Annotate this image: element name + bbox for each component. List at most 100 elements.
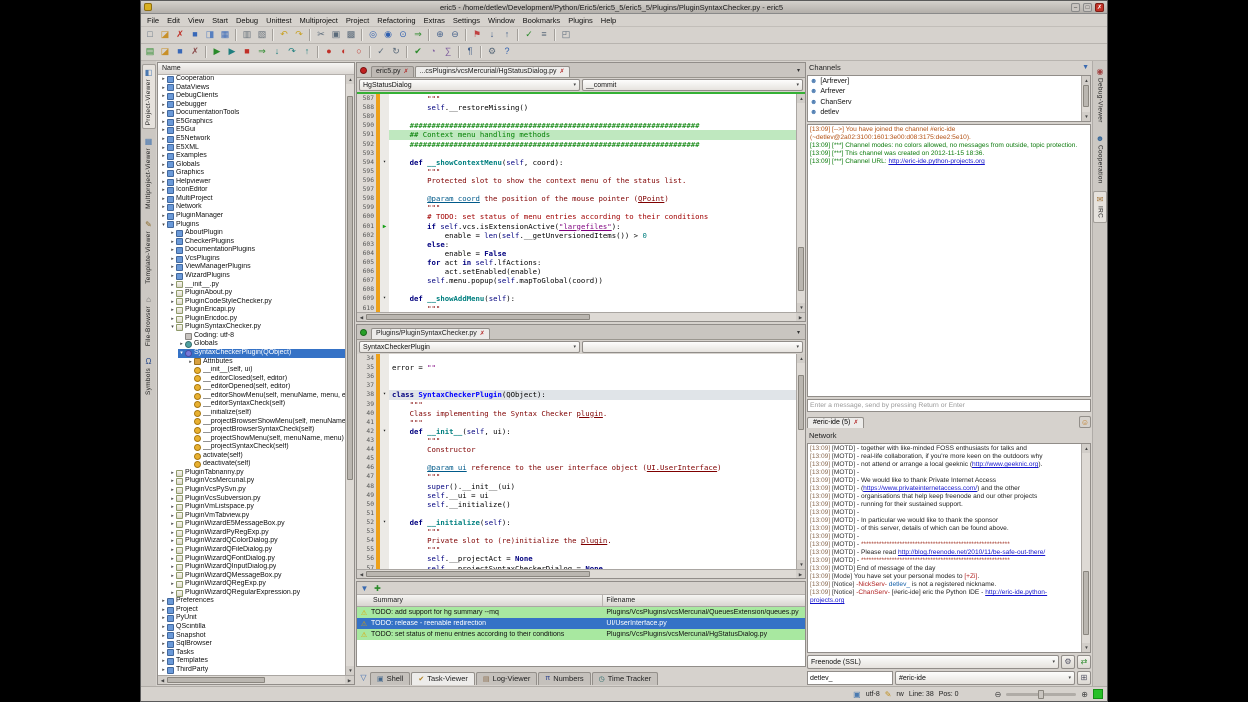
bookmark-previous-icon[interactable]: ↑ — [500, 28, 514, 42]
vertical-scrollbar[interactable]: ▲▼ — [1081, 444, 1090, 652]
minimize-button[interactable]: – — [1071, 3, 1080, 12]
tree-item[interactable]: ▸E5Gui — [160, 126, 345, 135]
tree-item[interactable]: __initialize(self) — [187, 409, 345, 418]
scroll-track[interactable] — [1082, 453, 1090, 643]
network-messages[interactable]: [13:09] [MOTD] - together with like-mind… — [808, 444, 1081, 652]
fold-margin[interactable] — [380, 130, 389, 139]
fold-margin[interactable] — [380, 363, 389, 372]
save-icon[interactable]: ■ — [188, 28, 202, 42]
new-icon[interactable]: □ — [143, 28, 157, 42]
close-tab-icon[interactable]: ✗ — [404, 68, 409, 75]
print-icon[interactable]: ▥ — [240, 28, 254, 42]
menu-project[interactable]: Project — [342, 16, 373, 25]
channel-combo[interactable]: #eric-ide ▾ — [895, 671, 1075, 685]
tree-item[interactable]: ▸DebugClients — [160, 92, 345, 101]
tree-item[interactable]: ▸Attributes — [187, 358, 345, 367]
channel-tab[interactable]: #eric-ide (5) ✗ — [807, 417, 864, 428]
menu-window[interactable]: Window — [484, 16, 519, 25]
open-project-icon[interactable]: ◪ — [158, 45, 172, 59]
tree-item[interactable]: ▸Templates — [160, 657, 345, 666]
search-next-icon[interactable]: ◉ — [381, 28, 395, 42]
scroll-left-icon[interactable]: ◀ — [357, 313, 366, 322]
toggle-breakpoint-icon[interactable]: ● — [322, 45, 336, 59]
tree-item[interactable]: __editorClosed(self, editor) — [187, 375, 345, 384]
help-icon[interactable]: ? — [500, 45, 514, 59]
tree-item[interactable]: ▸PluginAbout.py — [169, 289, 345, 298]
sidebar-tab-template-viewer[interactable]: ✎Template-Viewer — [142, 217, 156, 287]
zoom-slider-thumb[interactable] — [1038, 690, 1044, 699]
scroll-thumb[interactable] — [1083, 85, 1089, 107]
tree-item[interactable]: ▸Snapshot — [160, 632, 345, 641]
tree-item[interactable]: ▸PluginWizardQFontDialog.py — [169, 555, 345, 564]
tree-item[interactable]: ▸Tasks — [160, 649, 345, 658]
print-preview-icon[interactable]: ▧ — [255, 28, 269, 42]
fold-margin[interactable] — [380, 418, 389, 427]
filter-icon[interactable]: ▼ — [1082, 64, 1089, 71]
fold-margin[interactable] — [380, 203, 389, 212]
menu-edit[interactable]: Edit — [163, 16, 184, 25]
menu-refactoring[interactable]: Refactoring — [373, 16, 419, 25]
fold-margin[interactable] — [380, 409, 389, 418]
channel-user[interactable]: ☻ChanServ — [808, 97, 1081, 108]
tree-item[interactable]: ▾SyntaxCheckerPlugin(QObject) — [178, 349, 345, 358]
tree-item[interactable]: ▸Globals — [160, 161, 345, 170]
scroll-thumb[interactable] — [798, 247, 804, 291]
scroll-up-icon[interactable]: ▲ — [346, 75, 355, 84]
scroll-track[interactable] — [366, 313, 796, 321]
sidebar-tab-multiproject-viewer[interactable]: ▦Multiproject-Viewer — [142, 134, 156, 212]
scroll-down-icon[interactable]: ▼ — [346, 666, 355, 675]
fold-margin[interactable] — [380, 454, 389, 463]
tree-item[interactable]: ▸MultiProject — [160, 195, 345, 204]
sidebar-tab-debug-viewer[interactable]: ◉Debug-Viewer — [1093, 64, 1107, 126]
bottom-tab-log-viewer[interactable]: ▤Log-Viewer — [476, 672, 537, 685]
tree-item[interactable]: ▸AboutPlugin — [169, 229, 345, 238]
code-metrics-icon[interactable]: ∑ — [441, 45, 455, 59]
scroll-thumb[interactable] — [366, 571, 590, 577]
fold-margin[interactable] — [380, 194, 389, 203]
save-project-icon[interactable]: ■ — [173, 45, 187, 59]
tree-item[interactable]: __projectShowMenu(self, menuName, menu) — [187, 435, 345, 444]
preferences-icon[interactable]: ⚙ — [485, 45, 499, 59]
clear-breakpoints-icon[interactable]: ○ — [352, 45, 366, 59]
run-script-icon[interactable]: ▶ — [210, 45, 224, 59]
chat-link[interactable]: https://www.privateinternetaccess.com/ — [863, 485, 977, 492]
scroll-thumb[interactable] — [798, 375, 804, 430]
task-row[interactable]: ⚠TODO: add support for hg summary --mqPl… — [357, 607, 805, 618]
tree-item[interactable]: ▸PluginVcsMercurial.py — [169, 477, 345, 486]
tree-item[interactable]: Coding: utf-8 — [178, 332, 345, 341]
fold-margin[interactable] — [380, 381, 389, 390]
scroll-thumb[interactable] — [167, 677, 265, 683]
tree-item[interactable]: __projectSyntaxCheck(self) — [187, 443, 345, 452]
tree-item[interactable]: ▸Preferences — [160, 597, 345, 606]
scroll-right-icon[interactable]: ▶ — [345, 676, 354, 685]
edit-network-button[interactable]: ⚙ — [1061, 655, 1075, 669]
save-as-icon[interactable]: ◨ — [203, 28, 217, 42]
spelling-icon[interactable]: ✓ — [522, 28, 536, 42]
menu-unittest[interactable]: Unittest — [262, 16, 295, 25]
tree-item[interactable]: __init__(self, ui) — [187, 366, 345, 375]
bottom-tab-numbers[interactable]: πNumbers — [538, 672, 590, 685]
scroll-right-icon[interactable]: ▶ — [796, 313, 805, 322]
fold-margin[interactable] — [380, 240, 389, 249]
tree-item[interactable]: ▸PyUnit — [160, 614, 345, 623]
channel-user[interactable]: ☻Arfrever — [808, 87, 1081, 98]
tree-item[interactable]: __editorOpened(self, editor) — [187, 383, 345, 392]
tree-column-header[interactable]: Name — [158, 63, 354, 75]
tree-item[interactable]: ▸Helpviewer — [160, 178, 345, 187]
new-window-icon[interactable]: ◰ — [559, 28, 573, 42]
fold-margin[interactable] — [380, 94, 389, 103]
documentation-icon[interactable]: ¶ — [463, 45, 477, 59]
zoom-out-icon[interactable]: ⊖ — [995, 690, 1002, 699]
tree-item[interactable]: ▸Project — [160, 606, 345, 615]
editor-tab[interactable]: Plugins/PluginSyntaxChecker.py✗ — [371, 328, 490, 339]
next-breakpoint-icon[interactable]: ◐ — [337, 45, 351, 59]
tree-item[interactable]: ▸ThirdParty — [160, 666, 345, 675]
chat-link[interactable]: http://eric-ide.python-projects.org — [888, 158, 984, 165]
bottom-tab-task-viewer[interactable]: ✔Task-Viewer — [411, 672, 475, 685]
tab-list-dropdown-icon[interactable]: ▾ — [794, 329, 803, 339]
fold-margin[interactable] — [380, 167, 389, 176]
step-over-icon[interactable]: ↷ — [285, 45, 299, 59]
fold-margin[interactable] — [380, 482, 389, 491]
menu-file[interactable]: File — [143, 16, 163, 25]
scroll-thumb[interactable] — [347, 96, 353, 480]
